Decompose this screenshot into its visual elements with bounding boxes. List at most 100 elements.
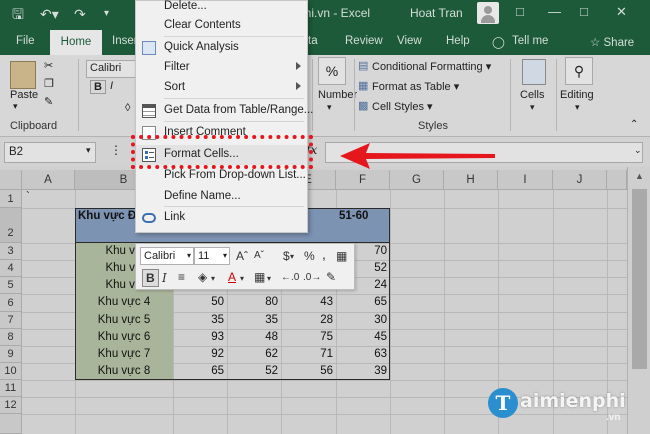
row-header[interactable]: 3 [0,243,22,260]
mini-size-dropdown-icon[interactable]: ▾ [223,248,227,264]
font-name-box[interactable]: Calibri [86,60,136,78]
menu-item-define-name[interactable]: Define Name... [136,187,307,207]
row-header[interactable]: 2 [0,208,22,243]
table-cell[interactable]: 52 [227,365,281,377]
borders-dropdown-icon[interactable]: ▾ [267,271,271,287]
tab-review[interactable]: Review [345,35,383,47]
format-painter-icon[interactable]: ✎ [326,269,336,285]
increase-decimal-icon[interactable]: ←.0 [281,270,299,286]
scroll-thumb[interactable] [632,189,647,369]
table-cell[interactable]: 92 [173,348,227,360]
column-header[interactable]: A [22,170,75,190]
tell-me-box[interactable]: Tell me [512,35,548,47]
table-cell[interactable]: 39 [336,365,390,377]
row-header[interactable]: 6 [0,294,22,312]
tab-file[interactable]: File [16,35,35,47]
menu-item-pick-dropdown[interactable]: Pick From Drop-down List... [136,166,307,186]
vertical-scrollbar[interactable]: ▲ [627,167,650,434]
fill-color-dropdown-icon[interactable]: ▾ [211,271,215,287]
table-cell[interactable]: 43 [281,296,336,308]
column-header[interactable]: J [553,170,607,190]
mini-size-box[interactable]: 11 ▾ [194,247,230,265]
save-icon[interactable]: 🖫 [12,5,24,23]
row-header[interactable]: 7 [0,312,22,329]
table-cell[interactable]: 75 [281,331,336,343]
bold-button[interactable]: B [90,80,106,94]
row-header[interactable]: 4 [0,260,22,277]
column-header[interactable]: I [498,170,553,190]
cut-icon[interactable]: ✂ [44,59,53,72]
redo-icon[interactable]: ↷ [74,5,86,23]
table-cell[interactable]: 48 [227,331,281,343]
menu-item-filter[interactable]: Filter [136,58,307,78]
format-as-table-button[interactable]: Format as Table ▾ [372,80,459,93]
row-header[interactable]: 1 [0,190,22,208]
font-color-icon[interactable]: A [228,269,236,285]
decrease-font-icon[interactable]: Aˇ [254,248,264,264]
menu-item-sort[interactable]: Sort [136,78,307,98]
format-painter-icon[interactable]: ✎ [44,95,53,108]
row-header[interactable]: 10 [0,363,22,380]
minimize-icon[interactable]: — [548,4,561,19]
expand-formula-icon[interactable]: ⌄ [634,145,642,156]
close-icon[interactable]: ✕ [616,4,627,20]
select-all-corner[interactable] [0,170,22,190]
row-header[interactable] [0,414,22,434]
fill-color-icon[interactable]: ◊ [125,102,130,114]
cell-a1[interactable]: ` [26,191,30,203]
table-format-icon[interactable]: ▦ [336,248,347,264]
column-header[interactable]: F [336,170,390,190]
align-center-icon[interactable]: ≡ [178,269,185,285]
tab-insert[interactable]: Inser [112,35,138,47]
scroll-up-icon[interactable]: ▲ [635,171,644,181]
table-cell[interactable]: 30 [336,314,390,326]
number-dropdown-icon[interactable]: ▾ [327,102,332,113]
table-cell[interactable]: 62 [227,348,281,360]
table-cell[interactable]: Khu vực 5 [75,314,173,326]
percent-button[interactable]: % [304,248,315,264]
table-cell[interactable]: 63 [336,348,390,360]
percent-style-icon[interactable]: % [318,57,346,85]
cell-styles-button[interactable]: Cell Styles ▾ [372,100,433,113]
editing-button[interactable]: Editing [560,89,594,101]
row-header[interactable]: 12 [0,397,22,414]
table-cell[interactable]: 93 [173,331,227,343]
mini-italic-button[interactable]: I [162,270,167,286]
font-color-dropdown-icon[interactable]: ▾ [240,271,244,287]
paste-dropdown-icon[interactable]: ▾ [13,101,18,112]
maximize-icon[interactable]: □ [580,4,588,19]
italic-button[interactable]: I [110,80,113,92]
table-cell[interactable]: 80 [227,296,281,308]
table-cell[interactable]: 50 [173,296,227,308]
table-cell[interactable]: 65 [336,296,390,308]
tab-home[interactable]: Home [50,30,102,55]
undo-icon[interactable]: ↶▾ [40,5,59,23]
customize-qat-icon[interactable]: ▾ [104,5,109,23]
table-cell[interactable]: 71 [281,348,336,360]
row-header[interactable]: 11 [0,380,22,397]
paste-icon[interactable] [10,61,36,89]
table-cell[interactable]: 45 [336,331,390,343]
column-header[interactable]: H [444,170,498,190]
borders-icon[interactable]: ▦ [254,269,265,285]
ribbon-display-icon[interactable]: □ [516,4,524,19]
cells-dropdown-icon[interactable]: ▾ [530,102,535,113]
fill-color-icon[interactable]: ◈ [198,269,207,285]
cell-f2[interactable]: 51-60 [339,210,389,222]
paste-button[interactable]: Paste [10,89,38,101]
conditional-formatting-button[interactable]: Conditional Formatting ▾ [372,60,491,73]
increase-font-icon[interactable]: Aˆ [236,248,248,264]
table-cell[interactable]: Khu vực 7 [75,348,173,360]
table-cell[interactable]: 65 [173,365,227,377]
editing-dropdown-icon[interactable]: ▾ [575,102,580,113]
decrease-decimal-icon[interactable]: .0→ [303,270,321,286]
currency-dropdown-icon[interactable]: ▾ [290,249,294,265]
name-box[interactable]: B2 [4,142,96,163]
table-cell[interactable]: 35 [173,314,227,326]
cells-button[interactable]: Cells [520,89,544,101]
table-cell[interactable]: 35 [227,314,281,326]
row-header[interactable]: 5 [0,277,22,294]
table-cell[interactable]: Khu vực 8 [75,365,173,377]
row-header[interactable]: 9 [0,346,22,363]
row-header[interactable]: 8 [0,329,22,346]
